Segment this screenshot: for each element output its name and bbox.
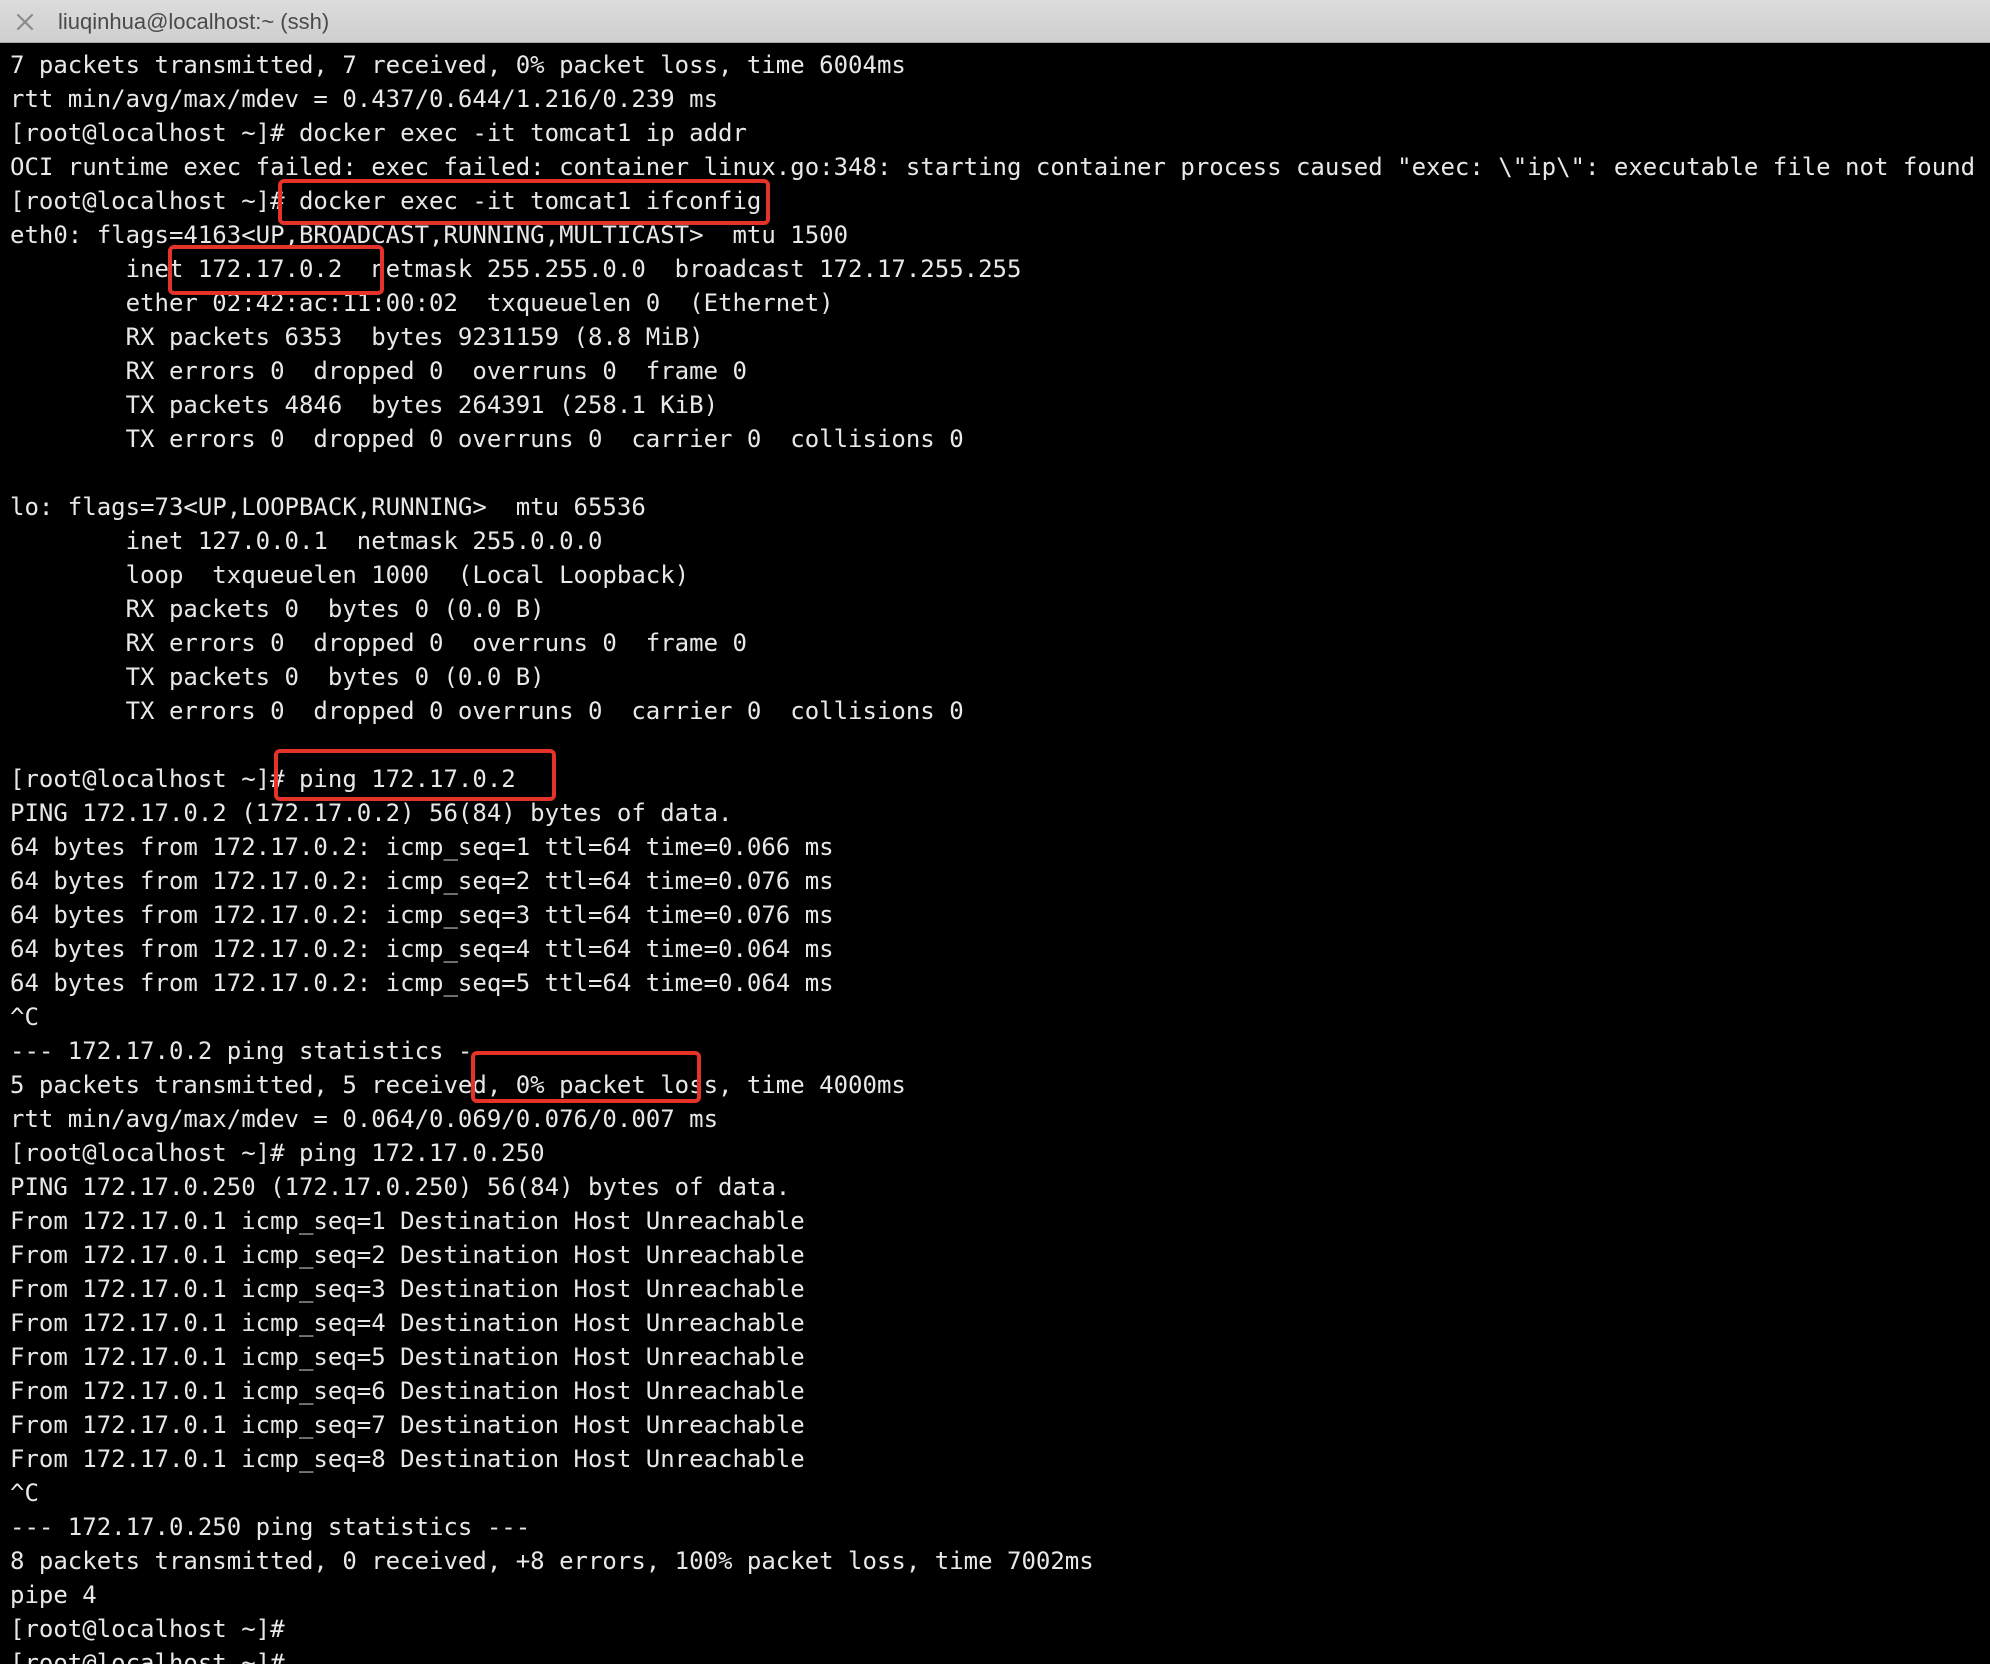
terminal-line: [root@localhost ~]# docker exec -it tomc… [10,187,762,215]
terminal-line: 8 packets transmitted, 0 received, +8 er… [10,1547,1094,1575]
terminal-line: --- 172.17.0.250 ping statistics --- [10,1513,531,1541]
terminal-line: [root@localhost ~]# [10,1615,285,1643]
terminal-line: PING 172.17.0.2 (172.17.0.2) 56(84) byte… [10,799,733,827]
terminal-line: 7 packets transmitted, 7 received, 0% pa… [10,51,906,79]
terminal-line: TX errors 0 dropped 0 overruns 0 carrier… [10,425,964,453]
terminal-window: liuqinhua@localhost:~ (ssh) 7 packets tr… [0,0,1990,1664]
terminal-line: From 172.17.0.1 icmp_seq=5 Destination H… [10,1343,805,1371]
terminal-line: rtt min/avg/max/mdev = 0.437/0.644/1.216… [10,85,719,113]
terminal-line: RX errors 0 dropped 0 overruns 0 frame 0 [10,629,747,657]
terminal-line: [root@localhost ~]# docker exec -it tomc… [10,119,747,147]
terminal-line: From 172.17.0.1 icmp_seq=8 Destination H… [10,1445,805,1473]
terminal-line: PING 172.17.0.250 (172.17.0.250) 56(84) … [10,1173,791,1201]
terminal-output[interactable]: 7 packets transmitted, 7 received, 0% pa… [10,48,1990,1664]
terminal-line: ether 02:42:ac:11:00:02 txqueuelen 0 (Et… [10,289,834,317]
terminal-line: RX packets 0 bytes 0 (0.0 B) [10,595,545,623]
terminal-line: From 172.17.0.1 icmp_seq=6 Destination H… [10,1377,805,1405]
terminal-line: [root@localhost ~]# ping 172.17.0.2 [10,765,516,793]
terminal-line: TX packets 4846 bytes 264391 (258.1 KiB) [10,391,719,419]
terminal-line: --- 172.17.0.2 ping statistics --- [10,1037,502,1065]
terminal-line: From 172.17.0.1 icmp_seq=7 Destination H… [10,1411,805,1439]
terminal-line: lo: flags=73<UP,LOOPBACK,RUNNING> mtu 65… [10,493,646,521]
terminal-line: From 172.17.0.1 icmp_seq=1 Destination H… [10,1207,805,1235]
terminal-line: 64 bytes from 172.17.0.2: icmp_seq=4 ttl… [10,935,834,963]
close-icon[interactable] [12,9,38,35]
terminal-line: 64 bytes from 172.17.0.2: icmp_seq=2 ttl… [10,867,834,895]
terminal-line: 5 packets transmitted, 5 received, 0% pa… [10,1071,906,1099]
terminal-line: inet 172.17.0.2 netmask 255.255.0.0 broa… [10,255,1022,283]
terminal-line: TX errors 0 dropped 0 overruns 0 carrier… [10,697,964,725]
terminal-line: ^C [10,1003,39,1031]
title-bar: liuqinhua@localhost:~ (ssh) [0,0,1990,43]
terminal-line: 64 bytes from 172.17.0.2: icmp_seq=5 ttl… [10,969,834,997]
terminal-line: 64 bytes from 172.17.0.2: icmp_seq=3 ttl… [10,901,834,929]
terminal-line: From 172.17.0.1 icmp_seq=4 Destination H… [10,1309,805,1337]
terminal-line: TX packets 0 bytes 0 (0.0 B) [10,663,545,691]
terminal-line: From 172.17.0.1 icmp_seq=3 Destination H… [10,1275,805,1303]
terminal-line: [root@localhost ~]# [10,1649,285,1664]
terminal-line: loop txqueuelen 1000 (Local Loopback) [10,561,690,589]
terminal-line: [root@localhost ~]# ping 172.17.0.250 [10,1139,545,1167]
window-title: liuqinhua@localhost:~ (ssh) [58,9,330,34]
terminal-line: inet 127.0.0.1 netmask 255.0.0.0 [10,527,603,555]
terminal-line: rtt min/avg/max/mdev = 0.064/0.069/0.076… [10,1105,719,1133]
terminal-line: OCI runtime exec failed: exec failed: co… [10,153,1990,181]
terminal-line: pipe 4 [10,1581,97,1609]
terminal-line: RX errors 0 dropped 0 overruns 0 frame 0 [10,357,747,385]
terminal-line: eth0: flags=4163<UP,BROADCAST,RUNNING,MU… [10,221,849,249]
terminal-line: RX packets 6353 bytes 9231159 (8.8 MiB) [10,323,704,351]
terminal-line: ^C [10,1479,39,1507]
terminal-line: 64 bytes from 172.17.0.2: icmp_seq=1 ttl… [10,833,834,861]
terminal-line: From 172.17.0.1 icmp_seq=2 Destination H… [10,1241,805,1269]
